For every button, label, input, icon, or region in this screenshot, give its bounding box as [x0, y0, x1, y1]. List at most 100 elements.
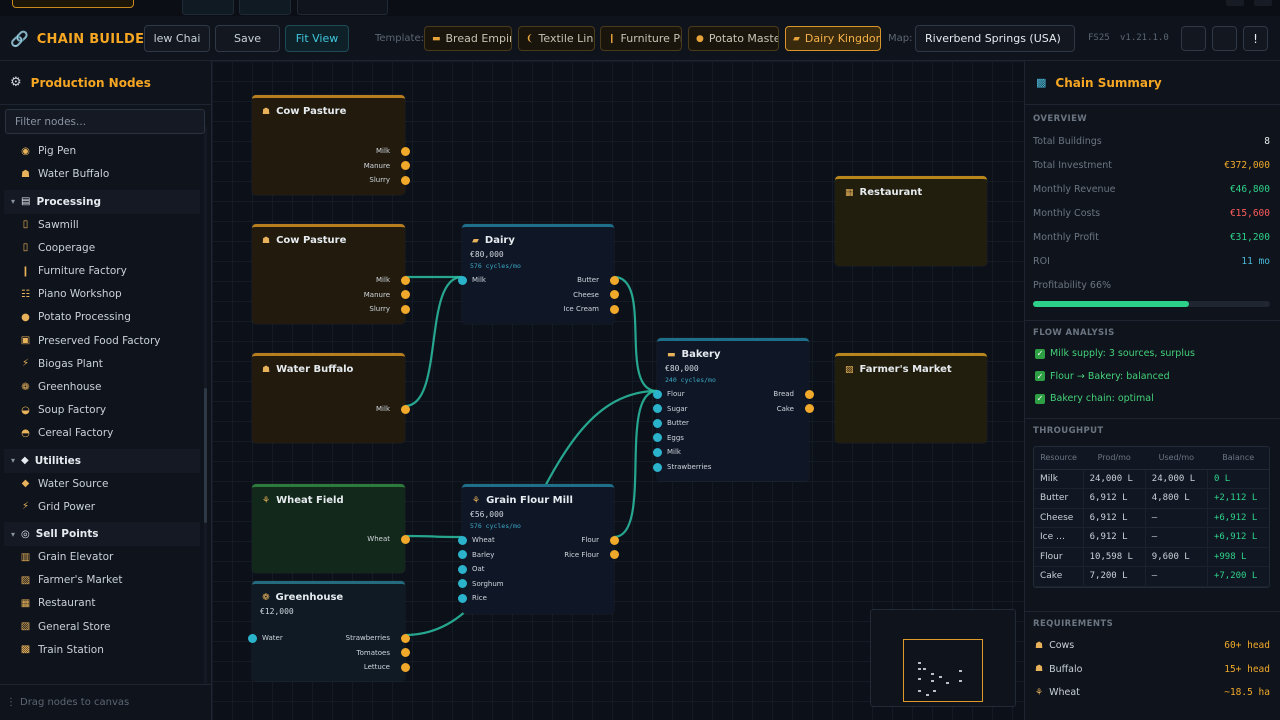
output-port[interactable]	[609, 275, 619, 285]
palette-item-cooperage[interactable]: ▯ Cooperage	[19, 238, 95, 258]
palette-item-grid-power[interactable]: ⚡ Grid Power	[19, 497, 95, 517]
palette-item-furniture-factory[interactable]: ❙ Furniture Factory	[19, 261, 127, 281]
window-button[interactable]	[1254, 0, 1272, 6]
palette-item-train-station[interactable]: ▩ Train Station	[19, 640, 104, 660]
category-utilities[interactable]: ▾ ◆ Utilities	[4, 448, 200, 473]
output-port[interactable]	[609, 535, 619, 545]
overview-row: Monthly Costs €15,600	[1033, 208, 1270, 219]
input-port[interactable]	[457, 535, 467, 545]
palette-item-restaurant[interactable]: ▦ Restaurant	[19, 593, 96, 613]
palette-item-cereal-factory[interactable]: ◓ Cereal Factory	[19, 423, 113, 443]
output-port-label: Flour	[581, 536, 599, 544]
input-port[interactable]	[652, 418, 662, 428]
output-port[interactable]	[804, 404, 814, 414]
output-port[interactable]	[400, 290, 410, 300]
output-port[interactable]	[400, 175, 410, 185]
output-port[interactable]	[400, 662, 410, 672]
map-select[interactable]: Riverbend Springs (USA)	[915, 25, 1075, 52]
input-port[interactable]	[652, 447, 662, 457]
connection-wire[interactable]	[613, 275, 658, 393]
scrollbar-thumb[interactable]	[204, 388, 207, 523]
filter-nodes-input[interactable]: Filter nodes...	[5, 109, 205, 134]
output-port[interactable]	[804, 389, 814, 399]
palette-item-soup-factory[interactable]: ◒ Soup Factory	[19, 400, 106, 420]
palette-item-label: Grain Elevator	[38, 551, 114, 563]
chain-name-input[interactable]: lew Chai	[144, 25, 210, 52]
output-port[interactable]	[400, 534, 410, 544]
buffalo-icon: ☗	[21, 168, 30, 180]
input-port[interactable]	[457, 593, 467, 603]
input-port[interactable]	[457, 579, 467, 589]
node-dairy[interactable]: ▰ Dairy €80,000 576 cycles/mo Butter Cheese Ic…	[457, 224, 619, 324]
palette-item-greenhouse[interactable]: ❁ Greenhouse	[19, 377, 101, 397]
toolbar-button-1[interactable]	[1181, 26, 1206, 51]
palette-item-general-store[interactable]: ▧ General Store	[19, 617, 111, 637]
lightning-icon: ⚡	[21, 358, 30, 370]
window-button[interactable]	[1226, 0, 1244, 6]
node-restaurant[interactable]: ▦ Restaurant	[835, 176, 987, 266]
connection-wire[interactable]	[404, 534, 463, 539]
input-port[interactable]	[652, 433, 662, 443]
output-port[interactable]	[609, 304, 619, 314]
node-buffalo[interactable]: ☗ Water Buffalo Milk	[252, 353, 410, 443]
template-button-4[interactable]: ● Potato Maste	[688, 26, 779, 51]
output-port[interactable]	[609, 290, 619, 300]
minimap-viewport[interactable]	[903, 639, 983, 702]
output-port[interactable]	[400, 304, 410, 314]
node-greenhouse[interactable]: ❁ Greenhouse €12,000 Strawberries Tomatoes Le…	[247, 581, 410, 681]
palette-scrollbar[interactable]	[204, 127, 207, 684]
input-port[interactable]	[457, 275, 467, 285]
palette-item-grain-elevator[interactable]: ▥ Grain Elevator	[19, 547, 114, 567]
category-processing[interactable]: ▾ ▤ Processing	[4, 189, 200, 214]
output-port[interactable]	[400, 633, 410, 643]
toolbar-button-2[interactable]	[1212, 26, 1237, 51]
output-port[interactable]	[400, 275, 410, 285]
alert-button[interactable]: !	[1243, 26, 1268, 51]
palette-item-biogas-plant[interactable]: ⚡ Biogas Plant	[19, 354, 103, 374]
node-canvas[interactable]: ☗ Cow Pasture Milk Manure Slurry ☗ Cow Pasture…	[212, 61, 1024, 720]
node-cow2[interactable]: ☗ Cow Pasture Milk Manure Slurry	[252, 224, 410, 324]
save-button[interactable]: Save	[215, 25, 280, 52]
template-button-5[interactable]: ▰ Dairy Kingdor	[785, 26, 881, 51]
input-port[interactable]	[457, 564, 467, 574]
output-port[interactable]	[400, 161, 410, 171]
palette-item-piano-workshop[interactable]: ☷ Piano Workshop	[19, 284, 122, 304]
output-port-label: Wheat	[367, 535, 390, 543]
palette-item-water-source[interactable]: ◆ Water Source	[19, 474, 109, 494]
output-port[interactable]	[609, 550, 619, 560]
output-port[interactable]	[400, 648, 410, 658]
palette-item-preserved-food-factory[interactable]: ▣ Preserved Food Factory	[19, 331, 161, 351]
template-button-3[interactable]: ❙ Furniture Pr	[600, 26, 682, 51]
node-mill[interactable]: ⚘ Grain Flour Mill €56,000 576 cycles/mo Flo…	[457, 484, 619, 614]
palette-item-water-buffalo[interactable]: ☗ Water Buffalo	[19, 164, 109, 184]
palette-hint: Drag nodes to canvas	[20, 697, 130, 708]
output-port[interactable]	[400, 146, 410, 156]
input-port[interactable]	[457, 550, 467, 560]
table-cell: +998 L	[1207, 547, 1269, 567]
connection-wire[interactable]	[404, 275, 463, 408]
top-tab[interactable]	[182, 0, 234, 15]
palette-item-label: Train Station	[38, 643, 104, 656]
top-tab[interactable]	[239, 0, 291, 15]
input-port[interactable]	[652, 462, 662, 472]
input-port[interactable]	[652, 389, 662, 399]
category-sell-points[interactable]: ▾ ◎ Sell Points	[4, 522, 200, 546]
connection-wire[interactable]	[613, 389, 658, 539]
minimap[interactable]	[870, 609, 1016, 707]
output-port[interactable]	[400, 404, 410, 414]
throughput-header: Resource	[1034, 447, 1084, 470]
palette-item-potato-processing[interactable]: ● Potato Processing	[19, 307, 131, 327]
template-button-1[interactable]: ▬ Bread Empir	[424, 26, 512, 51]
fit-view-button[interactable]: Fit View	[285, 25, 349, 52]
palette-item-farmer-s-market[interactable]: ▨ Farmer's Market	[19, 570, 123, 590]
node-wheat[interactable]: ⚘ Wheat Field Wheat	[252, 484, 410, 573]
template-button-2[interactable]: ❨ Textile Lin	[518, 26, 595, 51]
input-port[interactable]	[652, 404, 662, 414]
node-bakery[interactable]: ▬ Bakery €80,000 240 cycles/mo Bread Cake Flou…	[652, 338, 814, 481]
node-cow1[interactable]: ☗ Cow Pasture Milk Manure Slurry	[252, 95, 410, 195]
palette-item-sawmill[interactable]: ▯ Sawmill	[19, 215, 79, 235]
node-market[interactable]: ▨ Farmer's Market	[835, 353, 987, 443]
input-port[interactable]	[247, 633, 257, 643]
top-tab[interactable]	[297, 0, 388, 15]
palette-item-pig-pen[interactable]: ◉ Pig Pen	[19, 141, 76, 161]
